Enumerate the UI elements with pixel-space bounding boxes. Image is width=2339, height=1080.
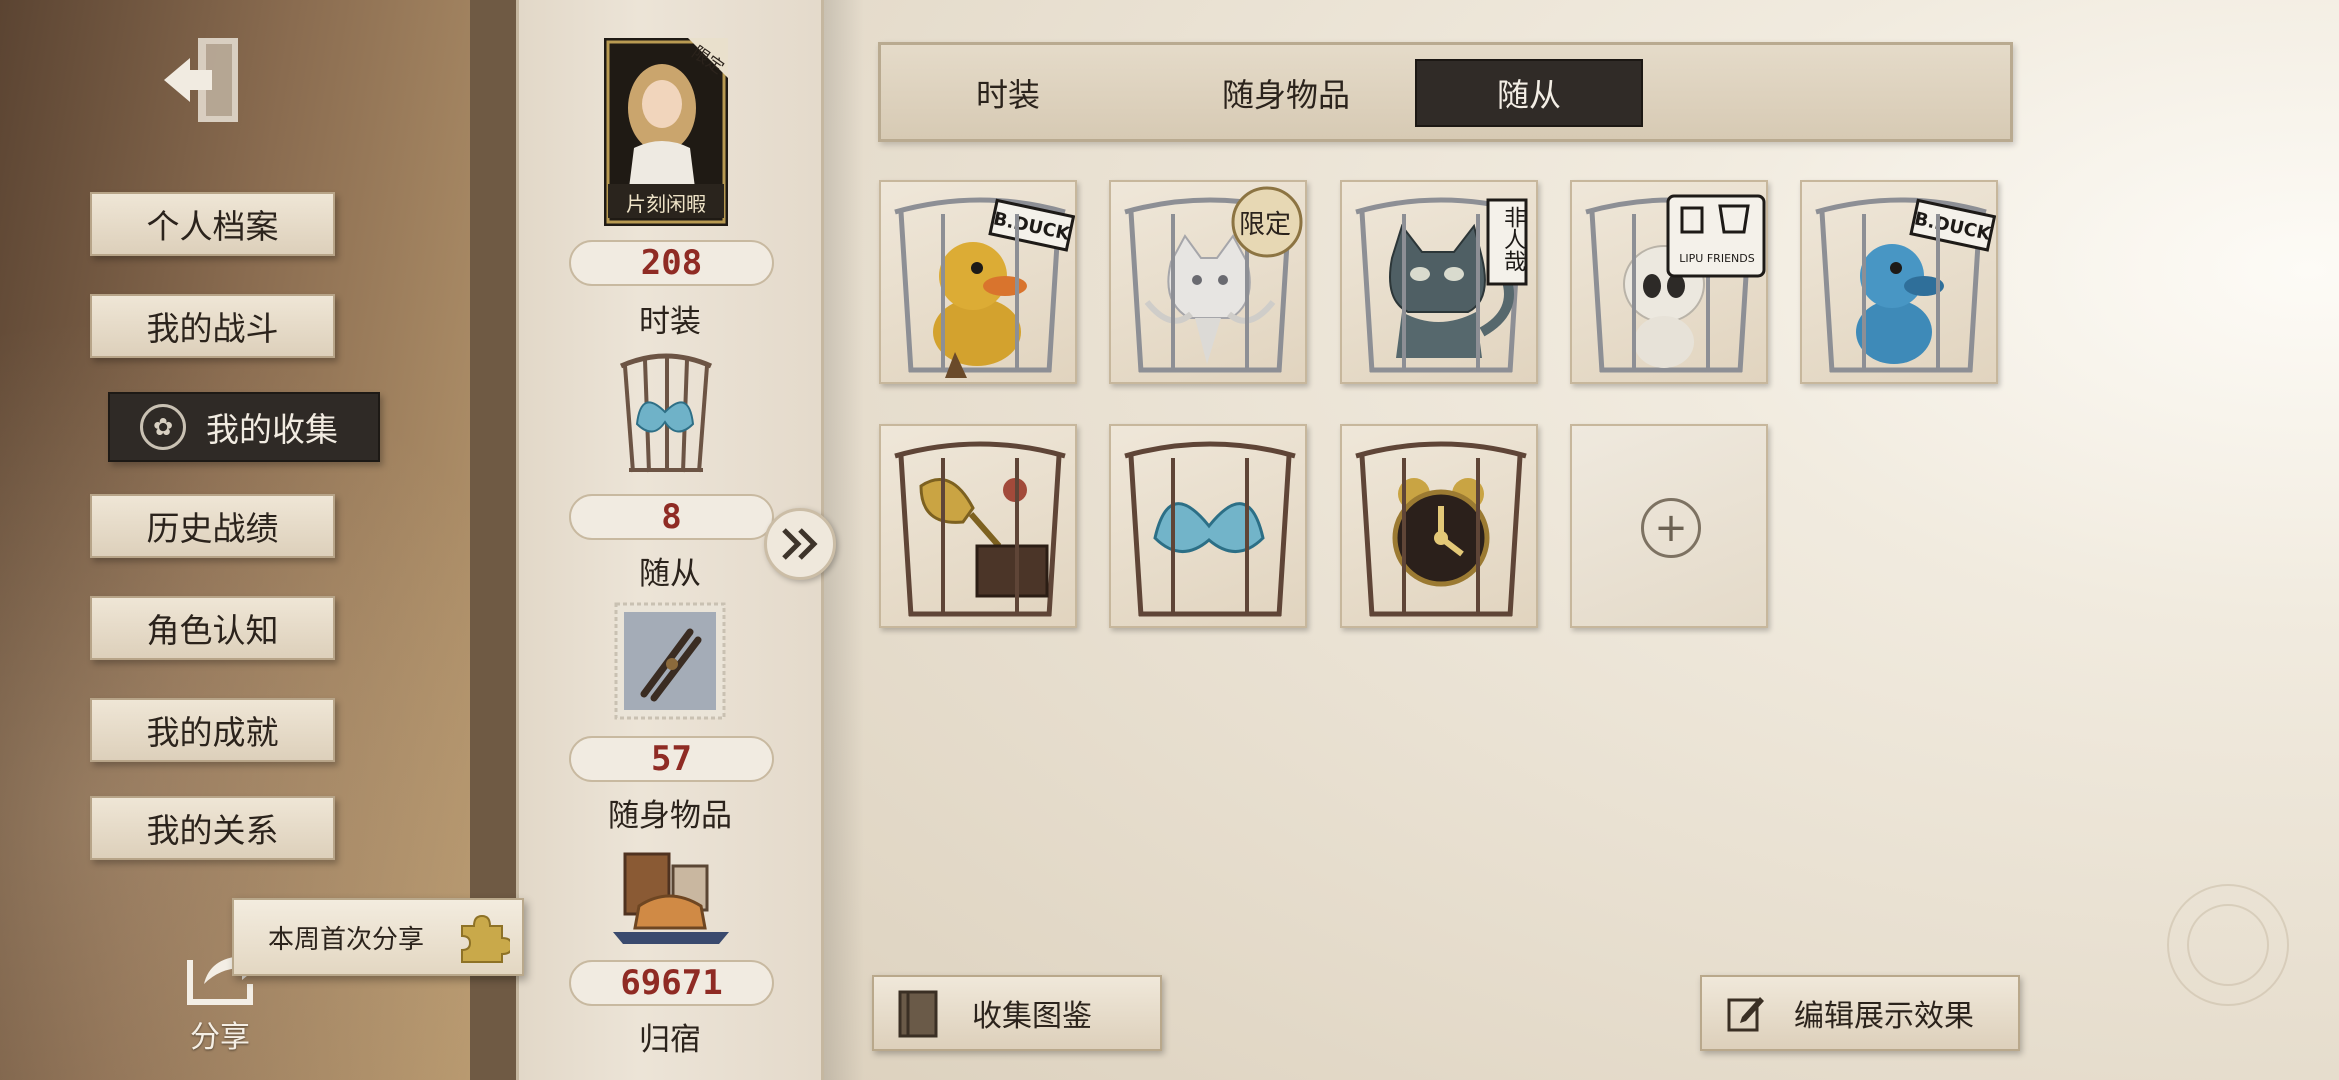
pet-count: 8 bbox=[569, 494, 774, 540]
tab-items[interactable]: 随身物品 bbox=[1171, 59, 1401, 127]
butterfly-cage-icon[interactable] bbox=[611, 348, 735, 478]
home-count: 69671 bbox=[569, 960, 774, 1006]
exit-icon[interactable] bbox=[160, 30, 260, 130]
item-count: 57 bbox=[569, 736, 774, 782]
sidebar-item-relationships[interactable]: 我的关系 bbox=[90, 796, 335, 860]
collection-catalog-button[interactable]: 收集图鉴 bbox=[872, 975, 1162, 1051]
sidebar-item-history[interactable]: 历史战绩 bbox=[90, 494, 335, 558]
series-badge: LIPU FRIENDS bbox=[1679, 252, 1755, 265]
pet-slot-gramophone[interactable] bbox=[879, 424, 1077, 628]
pet-slot-blue-duck[interactable]: B.DUCK bbox=[1800, 180, 1998, 384]
item-label: 随身物品 bbox=[608, 798, 732, 834]
add-icon: + bbox=[1641, 498, 1701, 558]
sidebar-item-achievements[interactable]: 我的成就 bbox=[90, 698, 335, 762]
pet-slot-yellow-duck[interactable]: B.DUCK bbox=[879, 180, 1077, 384]
decorative-dots bbox=[2167, 884, 2289, 1006]
share-tip-text: 本周首次分享 bbox=[268, 924, 425, 955]
sidebar-item-collection[interactable]: ✿ 我的收集 bbox=[108, 392, 380, 462]
first-share-tooltip[interactable]: 本周首次分享 bbox=[232, 898, 524, 976]
pet-slot-white-ghost-cat[interactable]: 限定 bbox=[1109, 180, 1307, 384]
sidebar-item-label: 历史战绩 bbox=[146, 509, 279, 548]
tab-costumes[interactable]: 时装 bbox=[933, 59, 1083, 127]
pet-slot-white-bunny[interactable]: LIPU FRIENDS bbox=[1570, 180, 1768, 384]
home-label: 归宿 bbox=[639, 1022, 701, 1058]
edit-icon bbox=[1727, 997, 1764, 1032]
book-icon bbox=[898, 990, 938, 1038]
pet-slot-alarm-clock[interactable] bbox=[1340, 424, 1538, 628]
limited-badge: 限定 bbox=[1239, 210, 1292, 240]
puzzle-icon bbox=[461, 914, 510, 963]
item-stamp-icon[interactable] bbox=[614, 602, 726, 720]
sidebar-item-profile[interactable]: 个人档案 bbox=[90, 192, 335, 256]
sidebar-item-label: 我的战斗 bbox=[146, 309, 279, 348]
tab-bar: 时装 随身物品 随从 bbox=[878, 42, 2013, 142]
sidebar-item-label: 角色认知 bbox=[146, 611, 279, 650]
double-chevron-right-icon bbox=[782, 528, 818, 560]
edit-display-label: 编辑展示效果 bbox=[1794, 999, 1974, 1034]
expand-button[interactable] bbox=[764, 508, 836, 580]
home-furniture-icon[interactable] bbox=[609, 846, 733, 946]
costume-count: 208 bbox=[569, 240, 774, 286]
share-label: 分享 bbox=[190, 1020, 250, 1055]
sidebar-item-label: 我的收集 bbox=[206, 410, 338, 449]
sidebar-item-label: 个人档案 bbox=[146, 207, 279, 246]
sidebar-item-battles[interactable]: 我的战斗 bbox=[90, 294, 335, 358]
pet-slot-blue-butterfly[interactable] bbox=[1109, 424, 1307, 628]
edit-display-button[interactable]: 编辑展示效果 bbox=[1700, 975, 2020, 1051]
catalog-label: 收集图鉴 bbox=[972, 999, 1092, 1034]
costume-card-label: 片刻闲暇 bbox=[626, 192, 706, 216]
pet-slot-dark-cat[interactable]: 非人哉 bbox=[1340, 180, 1538, 384]
emblem-icon: ✿ bbox=[140, 404, 186, 450]
tab-pets[interactable]: 随从 bbox=[1415, 59, 1643, 127]
sidebar-item-label: 我的成就 bbox=[146, 713, 279, 752]
series-badge: 非人哉 bbox=[1500, 206, 1525, 272]
sidebar-item-character-cognition[interactable]: 角色认知 bbox=[90, 596, 335, 660]
sidebar-item-label: 我的关系 bbox=[146, 811, 279, 850]
costume-label: 时装 bbox=[639, 304, 701, 340]
pet-slot-empty[interactable]: + bbox=[1570, 424, 1768, 628]
costume-card[interactable]: 限定 片刻闲暇 bbox=[604, 38, 728, 226]
